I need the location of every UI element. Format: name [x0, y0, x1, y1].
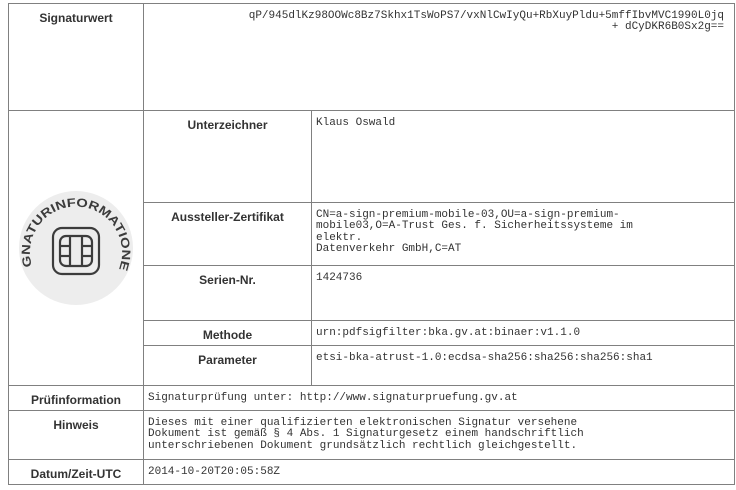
- row-pruefinformation: Prüfinformation Signaturprüfung unter: h…: [8, 385, 735, 411]
- signature-logo-cell: SIGNATURINFORMATIONEN: [8, 110, 144, 386]
- unterzeichner-label: Unterzeichner: [143, 110, 312, 203]
- row-hinweis: Hinweis Dieses mit einer qualifizierten …: [8, 410, 735, 460]
- pruefinformation-label: Prüfinformation: [8, 385, 144, 411]
- row-signaturwert: Signaturwert qP/945dlKz98OOWc8Bz7Skhx1Ts…: [8, 3, 735, 111]
- serien-nr-value: 1424736: [311, 265, 735, 321]
- aussteller-value: CN=a-sign-premium-mobile-03,OU=a-sign-pr…: [311, 202, 735, 266]
- row-datum: Datum/Zeit-UTC 2014-10-20T20:05:58Z: [8, 459, 735, 485]
- serien-nr-label: Serien-Nr.: [143, 265, 312, 321]
- methode-label: Methode: [143, 320, 312, 346]
- hinweis-label: Hinweis: [8, 410, 144, 460]
- signature-table: Signaturwert qP/945dlKz98OOWc8Bz7Skhx1Ts…: [8, 3, 735, 485]
- datum-value: 2014-10-20T20:05:58Z: [143, 459, 735, 485]
- signaturinformationen-seal: SIGNATURINFORMATIONEN: [16, 188, 133, 305]
- pruefinformation-value: Signaturprüfung unter: http://www.signat…: [143, 385, 735, 411]
- aussteller-label: Aussteller-Zertifikat: [143, 202, 312, 266]
- signaturwert-label: Signaturwert: [8, 3, 144, 111]
- datum-label: Datum/Zeit-UTC: [8, 459, 144, 485]
- row-unterzeichner: SIGNATURINFORMATIONEN Unterzeichner Klau…: [8, 110, 735, 386]
- parameter-label: Parameter: [143, 345, 312, 386]
- parameter-value: etsi-bka-atrust-1.0:ecdsa-sha256:sha256:…: [311, 345, 735, 386]
- signaturwert-value: qP/945dlKz98OOWc8Bz7Skhx1TsWoPS7/vxNlCwI…: [143, 3, 735, 111]
- hinweis-value: Dieses mit einer qualifizierten elektron…: [143, 410, 735, 460]
- methode-value: urn:pdfsigfilter:bka.gv.at:binaer:v1.1.0: [311, 320, 735, 346]
- unterzeichner-value: Klaus Oswald: [311, 110, 735, 203]
